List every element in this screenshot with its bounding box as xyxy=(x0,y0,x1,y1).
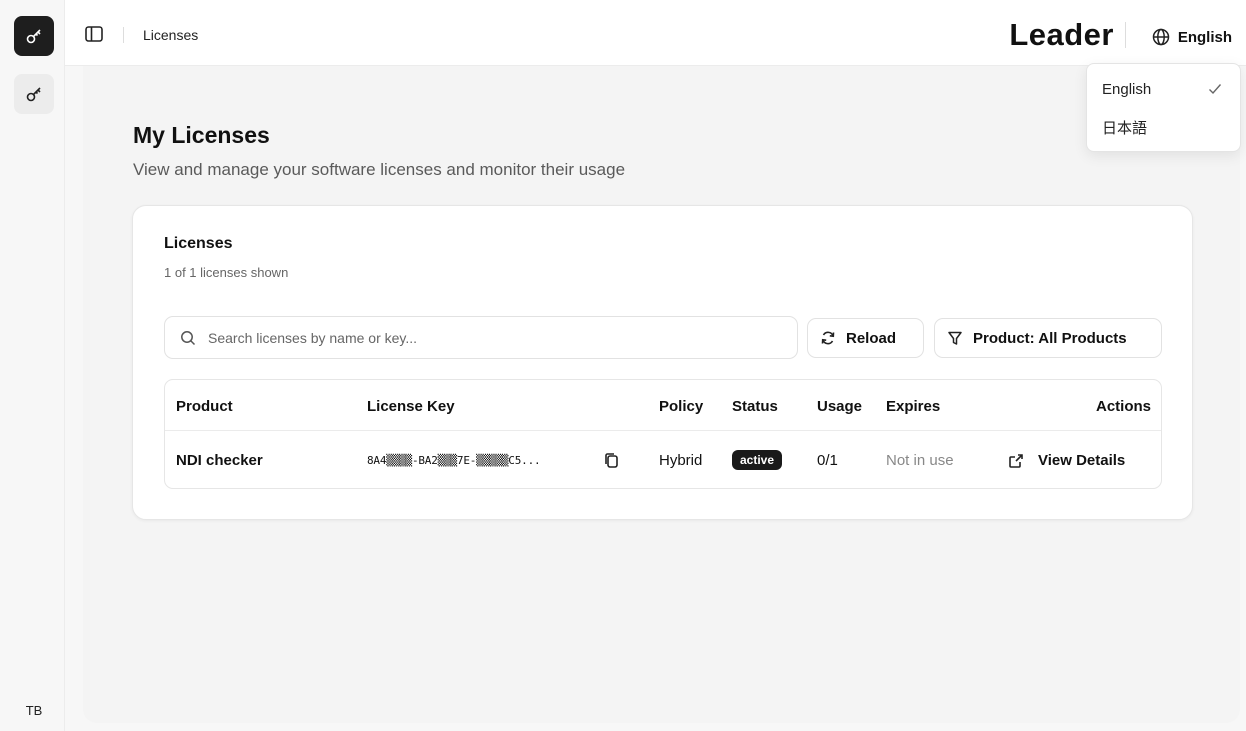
top-header: Licenses Leader English xyxy=(65,0,1246,66)
product-filter-button[interactable]: Product: All Products xyxy=(934,318,1162,358)
column-header-policy: Policy xyxy=(659,398,704,415)
language-button[interactable]: English xyxy=(1152,27,1232,47)
refresh-icon xyxy=(821,331,835,345)
expires-value: Not in use xyxy=(886,452,954,469)
licenses-card: Licenses 1 of 1 licenses shown Reload Pr… xyxy=(132,205,1193,520)
column-header-product: Product xyxy=(176,398,233,415)
header-divider xyxy=(1125,22,1126,48)
breadcrumb: Licenses xyxy=(143,27,199,43)
column-header-actions: Actions xyxy=(1095,398,1151,415)
product-filter-label: Product: All Products xyxy=(973,329,1127,347)
table-row: NDI checker 8A4▒▒▒▒-BA2▒▒▒7E-▒▒▒▒▒C5... … xyxy=(165,432,1161,488)
brand-logo: Leader xyxy=(1009,17,1114,52)
key-icon xyxy=(26,29,41,44)
search-box[interactable] xyxy=(164,316,798,359)
language-option-label: English xyxy=(1102,80,1152,98)
avatar[interactable]: TB xyxy=(14,692,54,728)
reload-label: Reload xyxy=(846,329,897,347)
view-details-button[interactable]: View Details xyxy=(1008,452,1125,469)
search-icon xyxy=(181,330,196,345)
column-header-expires: Expires xyxy=(886,398,941,415)
main-content: My Licenses View and manage your softwar… xyxy=(83,66,1240,723)
table-header: Product License Key Policy Status Usage … xyxy=(165,380,1161,431)
check-icon xyxy=(1209,84,1222,95)
globe-icon xyxy=(1152,28,1170,46)
filter-icon xyxy=(948,331,962,345)
column-header-license-key: License Key xyxy=(367,398,455,415)
policy-value: Hybrid xyxy=(659,452,703,469)
sidebar-toggle-icon[interactable] xyxy=(85,26,103,42)
header-divider xyxy=(123,27,124,43)
key-icon xyxy=(26,87,41,102)
view-details-label: View Details xyxy=(1038,452,1126,469)
language-label: English xyxy=(1177,28,1232,46)
status-badge: active xyxy=(732,450,783,470)
license-key: 8A4▒▒▒▒-BA2▒▒▒7E-▒▒▒▒▒C5... xyxy=(367,454,541,467)
product-name: NDI checker xyxy=(176,452,263,469)
language-menu: English 日本語 xyxy=(1086,63,1241,152)
brand-button[interactable] xyxy=(14,16,54,56)
licenses-count: 1 of 1 licenses shown xyxy=(164,265,289,280)
search-input[interactable] xyxy=(208,329,788,346)
card-title: Licenses xyxy=(164,235,233,252)
external-link-icon xyxy=(1009,453,1023,468)
language-option-japanese[interactable]: 日本語 xyxy=(1087,110,1240,144)
column-header-status: Status xyxy=(732,398,778,415)
licenses-table: Product License Key Policy Status Usage … xyxy=(164,379,1162,489)
language-option-english[interactable]: English xyxy=(1087,72,1240,106)
sidebar-rail: TB xyxy=(0,0,65,731)
usage-value: 0/1 xyxy=(817,452,838,469)
reload-button[interactable]: Reload xyxy=(807,318,924,358)
page-title: My Licenses xyxy=(133,122,270,148)
column-header-usage: Usage xyxy=(817,398,863,415)
copy-icon[interactable] xyxy=(603,452,620,469)
page-subtitle: View and manage your software licenses a… xyxy=(133,160,626,179)
sidebar-item-licenses[interactable] xyxy=(14,74,54,114)
language-option-label: 日本語 xyxy=(1102,119,1148,137)
